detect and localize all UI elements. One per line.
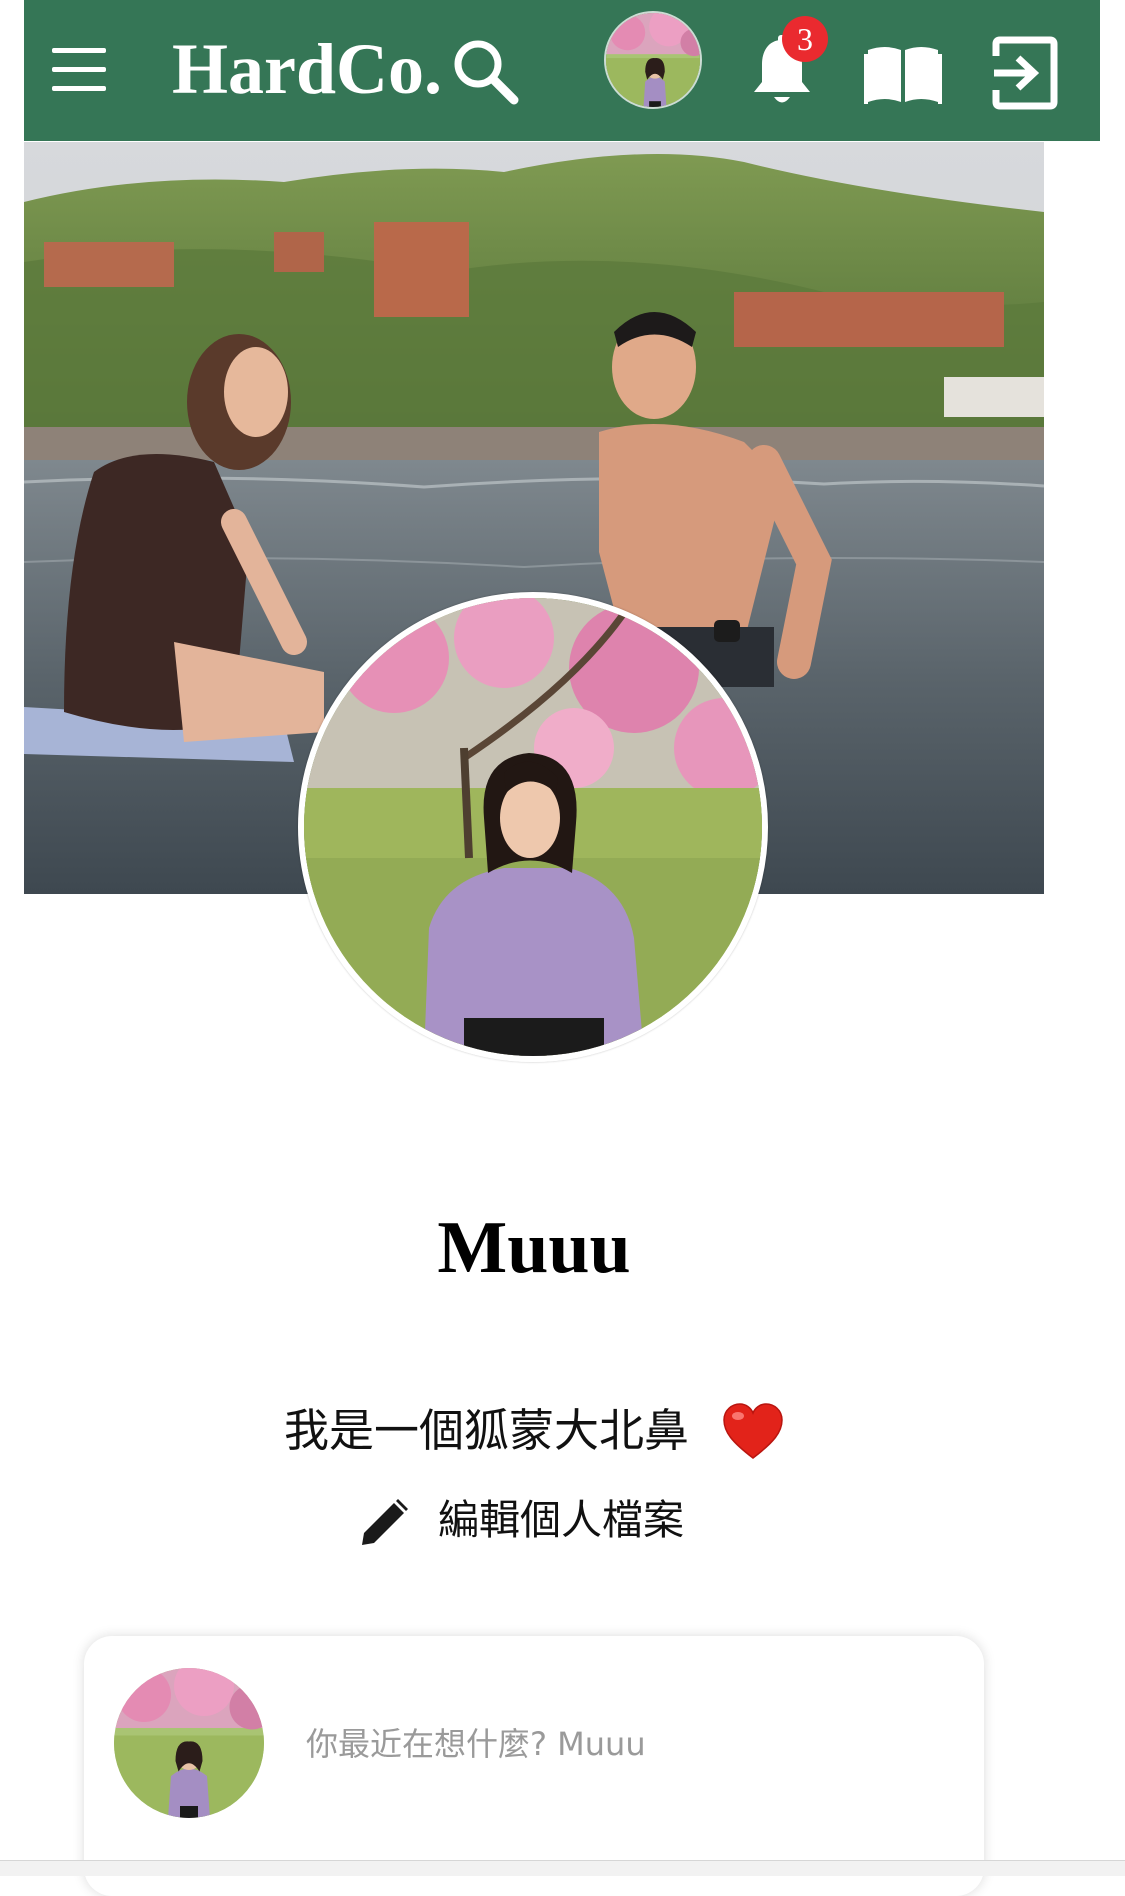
- edit-profile-button[interactable]: 編輯個人檔案: [356, 1487, 716, 1555]
- top-navbar: HardCo. 3: [24, 0, 1100, 141]
- menu-icon-bar: [52, 48, 106, 53]
- header-avatar[interactable]: [604, 11, 702, 109]
- search-icon: [454, 40, 519, 105]
- docs-button[interactable]: [860, 30, 946, 116]
- logout-icon: [992, 36, 1058, 110]
- notification-badge: 3: [782, 16, 828, 62]
- bottom-edge: [0, 1860, 1125, 1876]
- avatar-photo: [606, 13, 700, 107]
- heart-icon: [723, 1403, 783, 1459]
- app-logo[interactable]: HardCo.: [172, 24, 442, 114]
- avatar-photo: [114, 1668, 264, 1818]
- post-composer-input[interactable]: [306, 1712, 906, 1776]
- profile-image: [304, 598, 762, 1056]
- menu-button[interactable]: [48, 40, 118, 100]
- composer-avatar[interactable]: [114, 1668, 264, 1818]
- pencil-icon: [362, 1499, 408, 1545]
- menu-icon-bar: [52, 67, 106, 72]
- search-button[interactable]: [446, 32, 526, 112]
- logout-button[interactable]: [982, 30, 1068, 116]
- profile-avatar[interactable]: [298, 592, 768, 1062]
- profile-bio: 我是一個狐蒙大北鼻: [284, 1404, 690, 1457]
- post-composer-card: [84, 1636, 984, 1896]
- menu-icon-bar: [52, 86, 106, 91]
- edit-profile-label: 編輯個人檔案: [438, 1496, 684, 1544]
- book-icon: [864, 47, 942, 104]
- profile-name: Muuu: [437, 1207, 631, 1289]
